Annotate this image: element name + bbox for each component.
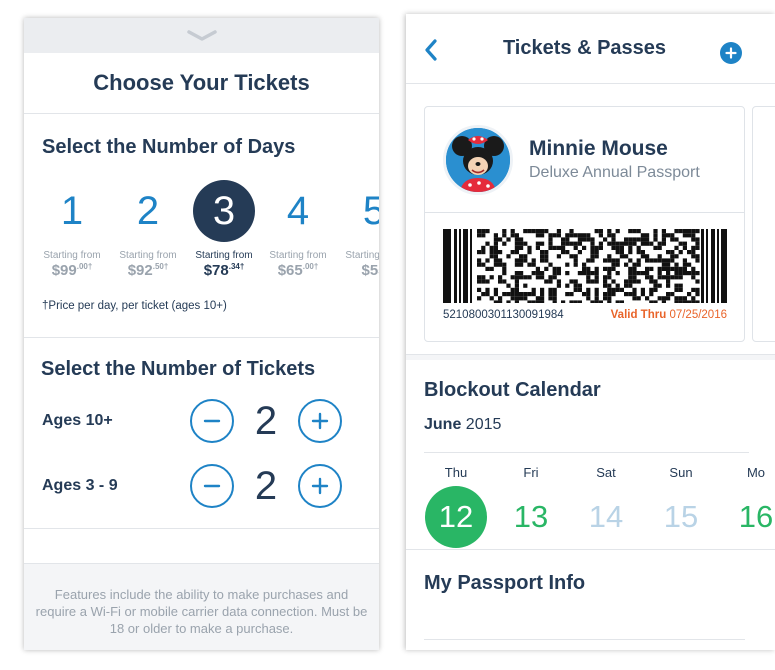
calendar-date: 14 xyxy=(588,499,624,534)
day-price: $99.00† xyxy=(51,262,93,279)
day-of-week: Fri xyxy=(523,465,539,480)
calendar-strip: Thu 12 Fri 13 Sat 14 Sun 15 Mo 16 xyxy=(406,453,775,549)
price-footnote: †Price per day, per ticket (ages 10+) xyxy=(42,300,227,312)
decrement-button[interactable] xyxy=(190,464,234,508)
valid-thru: Valid Thru 07/25/2016 xyxy=(610,309,727,321)
calendar-day[interactable]: Fri 13 xyxy=(499,453,563,548)
pass-carousel: Minnie Mouse Deluxe Annual Passport 5210… xyxy=(406,84,775,354)
tickets-passes-screen: Tickets & Passes Minnie Mouse Deluxe Ann… xyxy=(406,14,775,650)
day-of-week: Sat xyxy=(596,465,616,480)
choose-tickets-screen: Choose Your Tickets Select the Number of… xyxy=(24,18,379,650)
day-number: 1 xyxy=(60,189,84,233)
day-price: $55 xyxy=(361,262,379,279)
quantity-value: 2 xyxy=(254,398,278,443)
quantity-value: 2 xyxy=(254,463,278,508)
divider xyxy=(424,639,745,640)
calendar-day[interactable]: Sun 15 xyxy=(649,453,713,548)
age-label: Ages 10+ xyxy=(42,412,113,429)
increment-button[interactable] xyxy=(298,464,342,508)
pass-card[interactable]: Minnie Mouse Deluxe Annual Passport 5210… xyxy=(424,106,745,342)
nav-bar: Tickets & Passes xyxy=(406,14,775,84)
day-option-5[interactable]: 5 Starting from $55 xyxy=(336,180,379,279)
calendar-date: 12 xyxy=(425,486,487,548)
day-option-4[interactable]: 4 Starting from $65.00† xyxy=(260,180,336,279)
divider xyxy=(24,337,379,338)
pass-holder-name: Minnie Mouse xyxy=(529,137,668,160)
increment-button[interactable] xyxy=(298,399,342,443)
minus-icon xyxy=(203,419,221,423)
page-title: Choose Your Tickets xyxy=(93,70,310,95)
day-starting-label: Starting from xyxy=(119,250,177,261)
calendar-day[interactable]: Thu 12 xyxy=(424,453,488,548)
pass-holder: Minnie Mouse Deluxe Annual Passport xyxy=(425,107,744,213)
barcode-number: 5210800301130091984 xyxy=(443,309,564,321)
day-option-3[interactable]: 3 Starting from $78.34† xyxy=(186,180,262,279)
calendar-day[interactable]: Mo 16 xyxy=(724,453,775,548)
plus-icon xyxy=(311,412,329,430)
features-disclaimer: Features include the ability to make pur… xyxy=(24,563,379,650)
quantity-stepper: 2 xyxy=(190,464,342,509)
barcode-section: 5210800301130091984 Valid Thru 07/25/201… xyxy=(425,213,744,321)
calendar-month: June 2015 xyxy=(424,416,502,433)
day-of-week: Thu xyxy=(444,465,468,480)
days-section: Select the Number of Days xyxy=(24,114,379,159)
plus-icon xyxy=(311,477,329,495)
day-selector: 1 Starting from $99.00† 2 Starting from … xyxy=(24,180,379,320)
minus-icon xyxy=(203,484,221,488)
day-option-1[interactable]: 1 Starting from $99.00† xyxy=(34,180,110,279)
chevron-down-icon[interactable] xyxy=(186,29,217,42)
passport-info-title: My Passport Info xyxy=(424,572,586,594)
quantity-stepper: 2 xyxy=(190,399,342,444)
day-number: 4 xyxy=(286,189,310,233)
day-price: $65.00† xyxy=(277,262,319,279)
day-option-2[interactable]: 2 Starting from $92.50† xyxy=(110,180,186,279)
calendar-day[interactable]: Sat 14 xyxy=(574,453,638,548)
chevron-left-icon xyxy=(425,39,437,61)
avatar xyxy=(443,124,513,195)
blockout-calendar-title: Blockout Calendar xyxy=(424,379,601,401)
title-bar: Choose Your Tickets xyxy=(24,53,379,114)
days-heading: Select the Number of Days xyxy=(42,136,296,158)
age-row-child: Ages 3 - 9 2 xyxy=(42,463,361,509)
day-of-week: Sun xyxy=(669,465,693,480)
tickets-heading: Select the Number of Tickets xyxy=(41,358,316,380)
day-starting-label: Starting from xyxy=(195,250,253,261)
sheet-handle[interactable] xyxy=(24,18,379,53)
pass-holder-info: Minnie Mouse Deluxe Annual Passport xyxy=(529,137,700,182)
add-button[interactable] xyxy=(720,42,742,64)
divider xyxy=(24,528,379,529)
pass-type: Deluxe Annual Passport xyxy=(529,164,700,181)
plus-icon xyxy=(725,47,737,59)
back-button[interactable] xyxy=(424,39,438,66)
day-price: $92.50† xyxy=(127,262,169,279)
barcode-info: 5210800301130091984 Valid Thru 07/25/201… xyxy=(443,309,727,321)
minnie-mouse-avatar xyxy=(446,127,510,192)
passport-info-section[interactable]: My Passport Info xyxy=(406,549,775,617)
day-number: 3 xyxy=(193,180,255,242)
barcode-image xyxy=(443,229,727,303)
day-starting-label: Starting from xyxy=(269,250,327,261)
day-number: 2 xyxy=(136,189,160,233)
calendar-date: 15 xyxy=(663,499,699,534)
calendar-date: 16 xyxy=(738,499,774,534)
calendar-date: 13 xyxy=(513,499,549,534)
page-title: Tickets & Passes xyxy=(502,37,667,59)
day-starting-label: Starting from xyxy=(43,250,101,261)
day-starting-label: Starting from xyxy=(345,250,379,261)
decrement-button[interactable] xyxy=(190,399,234,443)
next-pass-card[interactable] xyxy=(752,106,775,342)
age-row-adult: Ages 10+ 2 xyxy=(42,398,361,444)
day-of-week: Mo xyxy=(746,465,766,480)
day-number: 5 xyxy=(362,189,379,233)
day-price: $78.34† xyxy=(203,262,245,279)
age-label: Ages 3 - 9 xyxy=(42,477,118,494)
